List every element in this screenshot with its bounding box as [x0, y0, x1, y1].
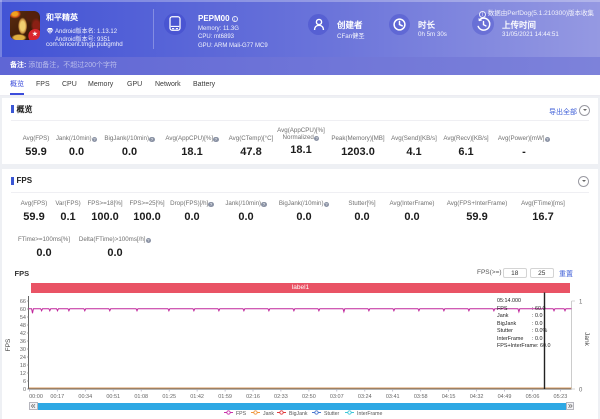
svg-text:18: 18	[20, 363, 26, 369]
svg-text:00:00: 00:00	[29, 394, 43, 400]
svg-text:Jank: Jank	[263, 411, 274, 417]
svg-text:02:33: 02:33	[274, 394, 288, 400]
svg-text:02:50: 02:50	[302, 394, 316, 400]
svg-text:Stutter: Stutter	[324, 411, 340, 417]
svg-text:42: 42	[20, 331, 26, 337]
svg-text:02:16: 02:16	[246, 394, 260, 400]
svg-text:0: 0	[579, 388, 583, 394]
svg-text:01:25: 01:25	[162, 394, 176, 400]
svg-text:BigJank: BigJank	[289, 411, 308, 417]
svg-text:03:41: 03:41	[386, 394, 400, 400]
svg-text:InterFrame: InterFrame	[357, 411, 382, 417]
svg-text:36: 36	[20, 339, 26, 345]
svg-text:FPS: FPS	[5, 338, 12, 351]
svg-text:66: 66	[20, 299, 26, 305]
svg-text:03:07: 03:07	[330, 394, 344, 400]
svg-text:0: 0	[23, 387, 26, 393]
svg-text:00:17: 00:17	[50, 394, 64, 400]
svg-text:01:42: 01:42	[190, 394, 204, 400]
svg-text:54: 54	[20, 315, 26, 321]
svg-text:Jank: Jank	[583, 332, 590, 346]
svg-text:48: 48	[20, 323, 26, 329]
svg-text:03:58: 03:58	[414, 394, 428, 400]
svg-text:04:15: 04:15	[442, 394, 456, 400]
svg-text:04:49: 04:49	[498, 394, 512, 400]
svg-text:04:32: 04:32	[470, 394, 484, 400]
svg-text:6: 6	[23, 379, 26, 385]
svg-text:60: 60	[20, 307, 26, 313]
svg-text:FPS: FPS	[236, 411, 247, 417]
svg-text:1: 1	[579, 300, 583, 306]
svg-text:30: 30	[20, 347, 26, 353]
svg-text:00:51: 00:51	[106, 394, 120, 400]
svg-text:01:08: 01:08	[134, 394, 148, 400]
svg-text:24: 24	[20, 355, 26, 361]
svg-text:05:23: 05:23	[554, 394, 568, 400]
svg-text:05:06: 05:06	[526, 394, 540, 400]
svg-text:00:34: 00:34	[78, 394, 92, 400]
svg-text:03:24: 03:24	[358, 394, 372, 400]
svg-text:12: 12	[20, 371, 26, 377]
svg-text:01:59: 01:59	[218, 394, 232, 400]
